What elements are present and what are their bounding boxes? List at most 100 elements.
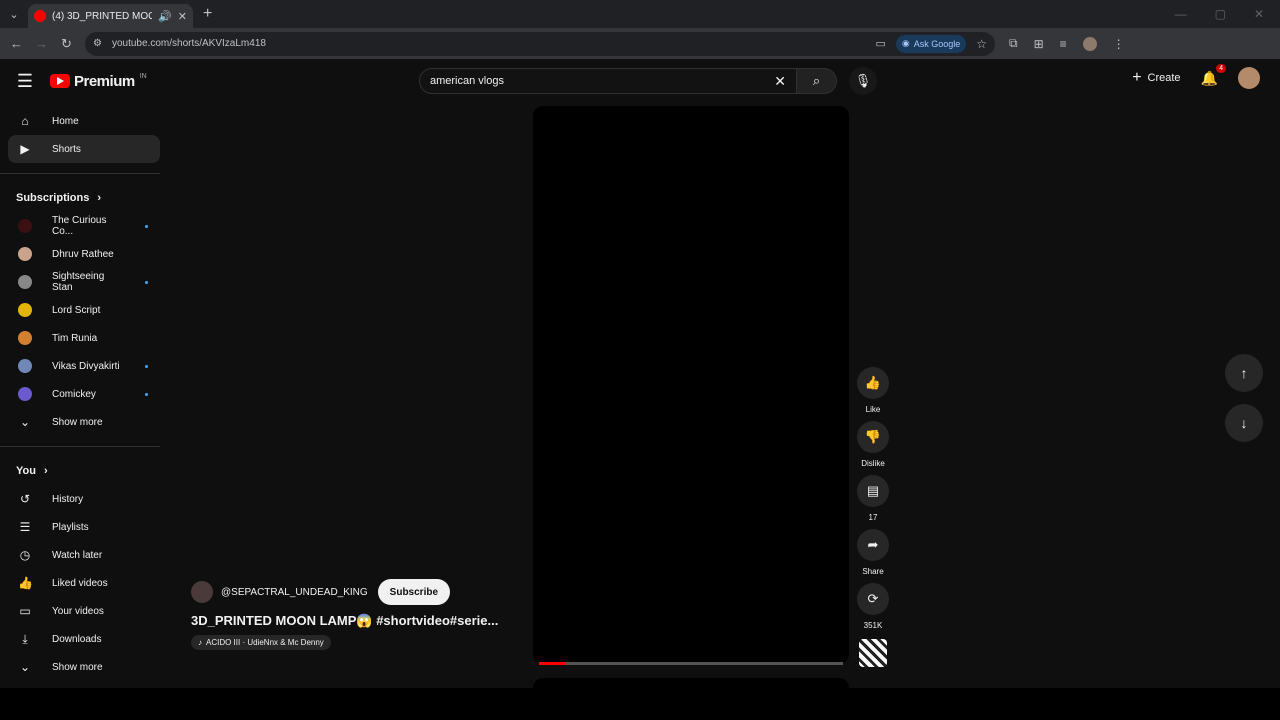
- bookmark-star-icon[interactable]: ☆: [976, 37, 987, 51]
- account-avatar[interactable]: [1238, 67, 1260, 89]
- show-more-label: Show more: [52, 661, 103, 673]
- channel-avatar: [18, 247, 32, 261]
- you-heading[interactable]: You ›: [8, 457, 160, 485]
- create-button[interactable]: + Create: [1132, 69, 1180, 87]
- forward-icon[interactable]: →: [29, 36, 54, 51]
- reload-icon[interactable]: ↻: [54, 36, 79, 52]
- browser-profile-avatar[interactable]: [1082, 36, 1097, 51]
- sidebar-item-label: Watch later: [52, 549, 103, 561]
- video-progress-bar[interactable]: [539, 662, 843, 665]
- search-box: american vlogs ✕ ⌕ 🎙: [419, 67, 877, 95]
- address-bar[interactable]: ⚙ youtube.com/shorts/AKVIzaLm418 ▭ ◉ Ask…: [85, 31, 995, 56]
- sidebar-item-home[interactable]: ⌂ Home: [8, 107, 160, 135]
- cast-icon[interactable]: ▭: [875, 37, 885, 50]
- divider: [0, 446, 160, 447]
- channel-avatar[interactable]: [191, 581, 213, 603]
- sidebar-item-label: Lord Script: [52, 304, 101, 316]
- sidebar-item-label: Downloads: [52, 633, 102, 645]
- subscriptions-list: The Curious Co... Dhruv Rathee Sightseeing…: [8, 212, 160, 408]
- sidebar-subscription-item[interactable]: Lord Script: [8, 296, 160, 324]
- shorts-actions: 👍 Like 👎 Dislike ▤ 17 ➦ Share ⟳ 351K: [857, 367, 889, 667]
- share-button[interactable]: ➦: [857, 529, 889, 561]
- sidebar-subscription-item[interactable]: Comickey: [8, 380, 160, 408]
- comments-count: 17: [868, 513, 878, 522]
- browser-menu-icon[interactable]: ⋮: [1113, 37, 1125, 51]
- show-more-subscriptions[interactable]: ⌄ Show more: [8, 408, 160, 436]
- sidebar-item-label: Shorts: [52, 143, 81, 155]
- thumbs-down-icon: 👎: [864, 429, 882, 444]
- sidebar-subscription-item[interactable]: Sightseeing Stan: [8, 268, 160, 296]
- youtube-premium-logo[interactable]: Premium IN: [50, 73, 147, 90]
- tab-audio-icon[interactable]: 🔊: [158, 10, 172, 23]
- tab-search-dropdown-icon[interactable]: ⌄: [0, 0, 28, 28]
- chevron-down-icon: ⌄: [19, 660, 31, 674]
- sidebar-item-downloads[interactable]: ⤓ Downloads: [8, 625, 160, 653]
- clear-search-icon[interactable]: ✕: [774, 73, 786, 90]
- video-icon: ▭: [19, 604, 31, 618]
- bell-icon: 🔔: [1200, 69, 1218, 86]
- browser-toolbar: ← → ↻ ⚙ youtube.com/shorts/AKVIzaLm418 ▭…: [0, 28, 1280, 59]
- previous-short-button[interactable]: ↑: [1225, 354, 1263, 392]
- new-content-dot: [145, 224, 148, 228]
- music-attribution[interactable]: ♪ ACIDO III · UdieNnx & Mc Denny: [191, 635, 331, 650]
- subscribe-button[interactable]: Subscribe: [377, 579, 451, 605]
- bottom-bar: [0, 688, 1280, 720]
- voice-search-button[interactable]: 🎙: [849, 67, 877, 95]
- extensions-icon[interactable]: ⧉: [1009, 36, 1018, 51]
- comment-icon: ▤: [866, 483, 880, 498]
- minimize-icon[interactable]: —: [1175, 7, 1187, 21]
- short-metadata: @SEPACTRAL_UNDEAD_KING Subscribe 3D_PRIN…: [191, 579, 511, 650]
- channel-name[interactable]: @SEPACTRAL_UNDEAD_KING: [221, 587, 368, 598]
- dislike-button[interactable]: 👎: [857, 421, 889, 453]
- new-tab-button[interactable]: +: [203, 5, 212, 23]
- next-short-button[interactable]: ↓: [1225, 404, 1263, 442]
- search-button[interactable]: ⌕: [797, 68, 837, 94]
- ask-google-button[interactable]: ◉ Ask Google: [895, 34, 967, 53]
- microphone-icon: 🎙: [854, 73, 872, 88]
- search-input[interactable]: american vlogs ✕: [419, 68, 797, 94]
- shorts-video-player[interactable]: [533, 106, 849, 664]
- logo-text: Premium: [74, 72, 135, 90]
- sidebar-item-shorts[interactable]: ▶ Shorts: [8, 135, 160, 163]
- back-icon[interactable]: ←: [4, 36, 29, 51]
- sidebar-item-watch-later[interactable]: ◷ Watch later: [8, 541, 160, 569]
- youtube-favicon-icon: [34, 10, 46, 22]
- channel-avatar: [18, 303, 32, 317]
- shorts-icon: ▶: [20, 142, 30, 156]
- sidebar-item-your-videos[interactable]: ▭ Your videos: [8, 597, 160, 625]
- sidebar-item-playlists[interactable]: ☰ Playlists: [8, 513, 160, 541]
- subscriptions-heading[interactable]: Subscriptions ›: [8, 184, 160, 212]
- show-more-you[interactable]: ⌄ Show more: [8, 653, 160, 681]
- sidebar-subscription-item[interactable]: Vikas Divyakirti: [8, 352, 160, 380]
- subscriptions-heading-label: Subscriptions: [16, 192, 90, 204]
- sound-thumbnail[interactable]: [859, 639, 887, 667]
- guide-menu-icon[interactable]: ☰: [0, 71, 50, 92]
- share-icon: ➦: [867, 537, 879, 552]
- new-content-dot: [145, 280, 148, 284]
- music-note-icon: ♪: [198, 638, 202, 647]
- sidebar-item-liked-videos[interactable]: 👍 Liked videos: [8, 569, 160, 597]
- remix-icon: ⟳: [867, 591, 879, 606]
- video-title[interactable]: 3D_PRINTED MOON LAMP😱 #shortvideo#serie.…: [191, 613, 511, 629]
- like-label: Like: [865, 405, 881, 414]
- notifications-button[interactable]: 🔔 4: [1200, 63, 1226, 87]
- sidebar-subscription-item[interactable]: Dhruv Rathee: [8, 240, 160, 268]
- close-window-icon[interactable]: ✕: [1254, 7, 1264, 21]
- chevron-right-icon: ›: [97, 192, 102, 204]
- media-controls-icon[interactable]: ≡: [1060, 37, 1067, 51]
- site-info-icon[interactable]: ⚙: [93, 38, 102, 49]
- sidebar-subscription-item[interactable]: The Curious Co...: [8, 212, 160, 240]
- remix-button[interactable]: ⟳: [857, 583, 889, 615]
- apps-icon[interactable]: ⊞: [1034, 37, 1044, 51]
- comments-button[interactable]: ▤: [857, 475, 889, 507]
- shorts-navigation: ↑ ↓: [1225, 354, 1263, 442]
- browser-tab[interactable]: (4) 3D_PRINTED MOON LAMP 🔊 ✕: [28, 4, 193, 28]
- you-heading-label: You: [16, 465, 36, 477]
- like-button[interactable]: 👍: [857, 367, 889, 399]
- maximize-icon[interactable]: ▢: [1215, 7, 1226, 21]
- sidebar-subscription-item[interactable]: Tim Runia: [8, 324, 160, 352]
- dislike-label: Dislike: [861, 459, 885, 468]
- tab-close-icon[interactable]: ✕: [178, 10, 187, 23]
- arrow-down-icon: ↓: [1240, 415, 1248, 431]
- sidebar-item-history[interactable]: ↺ History: [8, 485, 160, 513]
